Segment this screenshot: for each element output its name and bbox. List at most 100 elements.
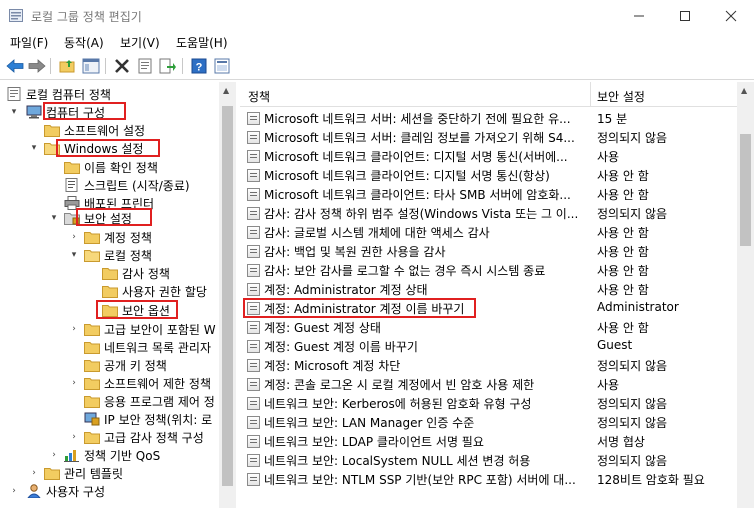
- policy-name: 계정: 콘솔 로그온 시 로컬 계정에서 빈 암호 사용 제한: [264, 378, 535, 392]
- menu-help[interactable]: 도움말(H): [176, 34, 228, 51]
- delete-button[interactable]: [112, 57, 132, 75]
- menu-view[interactable]: 보기(V): [120, 34, 160, 51]
- policy-row[interactable]: 네트워크 보안: LAN Manager 인증 수준 정의되지 않음: [240, 413, 737, 432]
- collapsed-chevron-icon[interactable]: ›: [69, 324, 79, 334]
- highlight-box-computer-config: [43, 102, 126, 120]
- policy-row[interactable]: Microsoft 네트워크 클라이언트: 디지털 서명 통신(항상) 사용 안…: [240, 166, 737, 185]
- collapsed-chevron-icon[interactable]: ›: [69, 232, 79, 242]
- minimize-icon: [634, 15, 644, 16]
- security-setting-value: 15 분: [597, 112, 628, 126]
- policy-name: Microsoft 네트워크 클라이언트: 타사 SMB 서버에 암호화...: [264, 188, 571, 202]
- collapsed-chevron-icon[interactable]: ›: [49, 450, 59, 460]
- tree-item[interactable]: › 사용자 구성: [0, 482, 219, 500]
- maximize-button[interactable]: [662, 0, 708, 31]
- tree-item[interactable]: 응용 프로그램 제어 정: [0, 392, 219, 410]
- show-tree-button[interactable]: [81, 57, 101, 75]
- policy-row[interactable]: Microsoft 네트워크 클라이언트: 디지털 서명 통신(서버에... 사…: [240, 147, 737, 166]
- tree-item[interactable]: IP 보안 정책(위치: 로: [0, 410, 219, 428]
- security-setting-value: 사용: [597, 150, 620, 164]
- back-button[interactable]: [5, 57, 25, 75]
- policy-row[interactable]: 네트워크 보안: Kerberos에 허용된 암호화 유형 구성 정의되지 않음: [240, 394, 737, 413]
- column-header-setting[interactable]: 보안 설정: [597, 88, 645, 105]
- policy-name: Microsoft 네트워크 서버: 클레임 정보를 가져오기 위해 S4...: [264, 131, 575, 145]
- column-header-policy[interactable]: 정책: [248, 88, 270, 105]
- security-setting-value: 128비트 암호화 필요: [597, 473, 705, 487]
- policy-row[interactable]: 네트워크 보안: LDAP 클라이언트 서명 필요 서명 협상: [240, 432, 737, 451]
- expanded-chevron-icon[interactable]: ▾: [9, 107, 19, 117]
- policy-name: 계정: Guest 계정 상태: [264, 321, 381, 335]
- tree-item[interactable]: 사용자 권한 할당: [0, 282, 219, 300]
- column-divider[interactable]: [590, 82, 591, 107]
- tree-item[interactable]: › 계정 정책: [0, 228, 219, 246]
- tree-item[interactable]: › 고급 보안이 포함된 W: [0, 320, 219, 338]
- tree-item[interactable]: ▾ 로컬 정책: [0, 246, 219, 264]
- tree-scroll-thumb[interactable]: [222, 106, 233, 486]
- folder-icon: [102, 284, 118, 298]
- expanded-chevron-icon[interactable]: ▾: [69, 250, 79, 260]
- computer-icon: [26, 105, 42, 119]
- policy-name: 네트워크 보안: Kerberos에 허용된 암호화 유형 구성: [264, 397, 532, 411]
- tree-item[interactable]: 스크립트 (시작/종료): [0, 176, 219, 194]
- collapsed-chevron-icon[interactable]: ›: [69, 432, 79, 442]
- list-vertical-scrollbar[interactable]: ▲: [737, 82, 754, 508]
- tree-item[interactable]: 소프트웨어 설정: [0, 121, 219, 139]
- tree-vertical-scrollbar[interactable]: ▲: [219, 82, 236, 508]
- policy-row[interactable]: 네트워크 보안: LocalSystem NULL 세션 변경 허용 정의되지 …: [240, 451, 737, 470]
- policy-setting-icon: [247, 226, 260, 239]
- collapsed-chevron-icon[interactable]: ›: [9, 486, 19, 496]
- tree-item-label: 정책 기반 QoS: [84, 449, 161, 463]
- list-scroll-thumb[interactable]: [740, 134, 751, 246]
- scroll-up-arrow-icon[interactable]: ▲: [223, 86, 229, 95]
- minimize-button[interactable]: [616, 0, 662, 31]
- ip-security-icon: [84, 412, 100, 426]
- security-setting-value: Guest: [597, 338, 633, 352]
- collapsed-chevron-icon[interactable]: ›: [29, 468, 39, 478]
- folder-up-button[interactable]: [58, 57, 78, 75]
- policy-row[interactable]: 감사: 글로벌 시스템 개체에 대한 액세스 감사 사용 안 함: [240, 223, 737, 242]
- collapsed-chevron-icon[interactable]: ›: [69, 378, 79, 388]
- policy-name: 네트워크 보안: LDAP 클라이언트 서명 필요: [264, 435, 484, 449]
- folder-icon: [44, 466, 60, 480]
- forward-button[interactable]: [27, 57, 47, 75]
- tree-item[interactable]: 이름 확인 정책: [0, 158, 219, 176]
- view-button[interactable]: [212, 57, 232, 75]
- menu-action[interactable]: 동작(A): [64, 34, 104, 51]
- policy-row[interactable]: Microsoft 네트워크 클라이언트: 타사 SMB 서버에 암호화... …: [240, 185, 737, 204]
- expanded-chevron-icon[interactable]: ▾: [49, 213, 59, 223]
- scroll-up-arrow-icon[interactable]: ▲: [741, 86, 747, 95]
- show-tree-icon: [82, 58, 100, 74]
- policy-row[interactable]: 감사: 감사 정책 하위 범주 설정(Windows Vista 또는 그 이.…: [240, 204, 737, 223]
- tree-item[interactable]: 공개 키 정책: [0, 356, 219, 374]
- policy-row[interactable]: 계정: Microsoft 계정 차단 정의되지 않음: [240, 356, 737, 375]
- properties-button[interactable]: [135, 57, 155, 75]
- menu-file[interactable]: 파일(F): [10, 34, 48, 51]
- policy-row[interactable]: 계정: Guest 계정 상태 사용 안 함: [240, 318, 737, 337]
- tree-item-label: 로컬 컴퓨터 정책: [26, 88, 111, 102]
- tree-item[interactable]: 로컬 컴퓨터 정책: [0, 85, 219, 103]
- policy-row[interactable]: 계정: 콘솔 로그온 시 로컬 계정에서 빈 암호 사용 제한 사용: [240, 375, 737, 394]
- folder-open-icon: [84, 248, 100, 262]
- tree-item[interactable]: › 소프트웨어 제한 정책: [0, 374, 219, 392]
- policy-row[interactable]: Microsoft 네트워크 서버: 세션을 중단하기 전에 필요한 유... …: [240, 109, 737, 128]
- tree-item[interactable]: › 고급 감사 정책 구성: [0, 428, 219, 446]
- tree-item-label: 고급 감사 정책 구성: [104, 431, 204, 445]
- policy-row[interactable]: 네트워크 보안: NTLM SSP 기반(보안 RPC 포함) 서버에 대...…: [240, 470, 737, 489]
- folder-up-icon: [59, 60, 75, 73]
- help-button[interactable]: ?: [189, 57, 209, 75]
- policy-name: Microsoft 네트워크 서버: 세션을 중단하기 전에 필요한 유...: [264, 112, 571, 126]
- policy-row[interactable]: 감사: 보안 감사를 로그할 수 없는 경우 즉시 시스템 종료 사용 안 함: [240, 261, 737, 280]
- policy-row[interactable]: 계정: Guest 계정 이름 바꾸기 Guest: [240, 337, 737, 356]
- tree-item[interactable]: 네트워크 목록 관리자: [0, 338, 219, 356]
- highlight-box-admin-rename: [243, 298, 476, 318]
- tree-item[interactable]: 감사 정책: [0, 264, 219, 282]
- close-button[interactable]: [708, 0, 754, 31]
- tree-item[interactable]: › 정책 기반 QoS: [0, 446, 219, 464]
- policy-setting-icon: [247, 131, 260, 144]
- export-list-button[interactable]: [158, 57, 178, 75]
- policy-row[interactable]: 계정: Administrator 계정 상태 사용 안 함: [240, 280, 737, 299]
- tree-item[interactable]: › 관리 템플릿: [0, 464, 219, 482]
- policy-row[interactable]: 감사: 백업 및 복원 권한 사용을 감사 사용 안 함: [240, 242, 737, 261]
- policy-name: 감사: 감사 정책 하위 범주 설정(Windows Vista 또는 그 이.…: [264, 207, 579, 221]
- expanded-chevron-icon[interactable]: ▾: [29, 143, 39, 153]
- policy-row[interactable]: Microsoft 네트워크 서버: 클레임 정보를 가져오기 위해 S4...…: [240, 128, 737, 147]
